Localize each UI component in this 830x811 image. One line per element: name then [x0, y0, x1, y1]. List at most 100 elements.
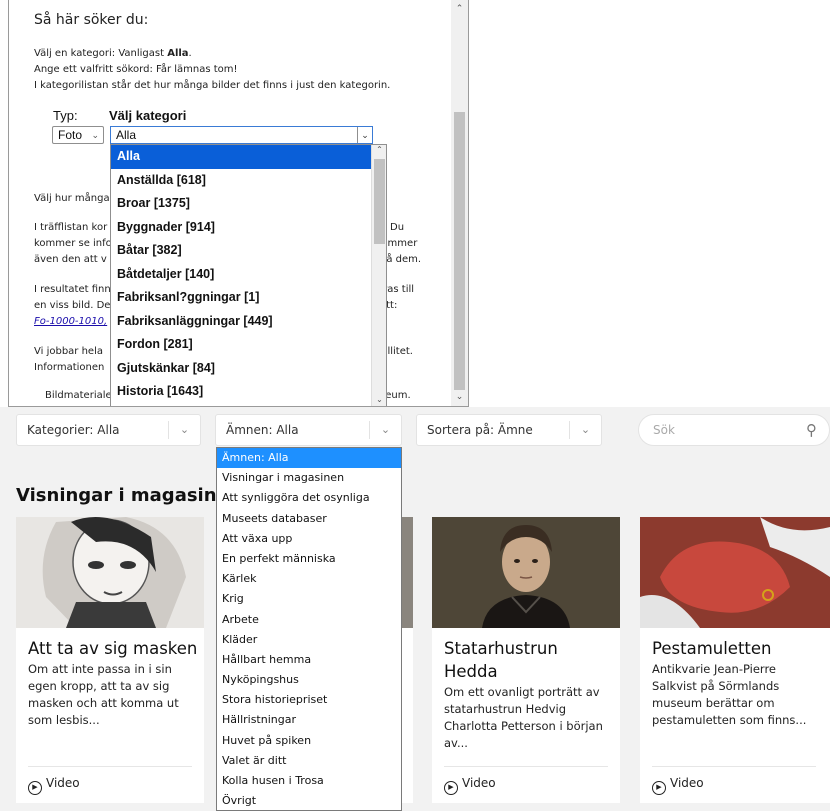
- scroll-down-icon[interactable]: ⌄: [451, 391, 468, 405]
- topic-option[interactable]: Övrigt: [217, 791, 401, 810]
- topic-option[interactable]: Arbete: [217, 610, 401, 630]
- card-divider: [652, 766, 816, 767]
- card-divider: [28, 766, 192, 767]
- help-line-1-text: Välj en kategori: Vanligast: [34, 48, 168, 59]
- card-title[interactable]: Att ta av sig masken: [28, 637, 198, 660]
- topic-option[interactable]: Ämnen: Alla: [217, 448, 401, 469]
- partial-text-left: även den att v: [34, 254, 107, 265]
- topic-option[interactable]: En perfekt människa: [217, 549, 401, 569]
- category-option[interactable]: Fordon [281]: [111, 333, 373, 357]
- topic-option[interactable]: Valet är ditt: [217, 751, 401, 771]
- category-option[interactable]: Gjutskänkar [84]: [111, 357, 373, 381]
- search-input[interactable]: Sök ⚲: [638, 414, 830, 446]
- topic-option[interactable]: Kolla husen i Trosa: [217, 771, 401, 791]
- chevron-down-icon: ⌄: [569, 421, 601, 439]
- chevron-down-icon: ⌄: [168, 421, 200, 439]
- card-description: Antikvarie Jean-Pierre Salkvist på Sörml…: [652, 662, 807, 727]
- partial-text-right: Du: [390, 222, 405, 233]
- category-label: Välj kategori: [109, 108, 187, 123]
- topic-option[interactable]: Krig: [217, 589, 401, 609]
- partial-link-left[interactable]: Fo-1000-1010,: [34, 316, 107, 327]
- type-label: Typ:: [53, 108, 78, 123]
- article-card[interactable]: Att ta av sig masken Om att inte passa i…: [16, 517, 204, 803]
- search-help-heading: Så här söker du:: [34, 12, 149, 28]
- section-title: Visningar i magasinen: [16, 485, 242, 506]
- topic-option[interactable]: Stora historiepriset: [217, 690, 401, 710]
- partial-text-left: Bildmateriale: [45, 390, 112, 401]
- video-label: Video: [46, 776, 80, 790]
- partial-text-left: Vi jobbar hela: [34, 346, 103, 357]
- window-scrollbar[interactable]: ⌃ ⌄: [451, 0, 468, 406]
- topic-option[interactable]: Huvet på spiken: [217, 731, 401, 751]
- scrollbar-thumb[interactable]: [454, 112, 465, 390]
- help-line-1: Välj en kategori: Vanligast Alla.: [34, 48, 192, 59]
- chevron-down-icon[interactable]: ⌄: [357, 127, 372, 143]
- partial-text-left: Välj hur många: [34, 193, 110, 204]
- category-option[interactable]: Alla: [111, 145, 373, 169]
- video-label: Video: [670, 776, 704, 790]
- categories-filter[interactable]: Kategorier: Alla ⌄: [16, 414, 201, 446]
- topic-option[interactable]: Att växa upp: [217, 529, 401, 549]
- card-image: [640, 517, 830, 628]
- topic-option[interactable]: Museets databaser: [217, 509, 401, 529]
- topics-filter-label: Ämnen: Alla: [226, 423, 299, 437]
- video-link[interactable]: ▶ Video: [652, 776, 704, 795]
- video-link[interactable]: ▶ Video: [444, 776, 496, 795]
- card-title[interactable]: Pestamuletten: [652, 637, 822, 660]
- search-icon[interactable]: ⚲: [806, 415, 817, 445]
- chevron-down-icon: ⌄: [369, 421, 401, 439]
- category-option[interactable]: Fabriksanl?ggningar [1]: [111, 286, 373, 310]
- article-card[interactable]: Pestamuletten Antikvarie Jean-Pierre Sal…: [640, 517, 830, 803]
- sort-filter[interactable]: Sortera på: Ämne ⌄: [416, 414, 602, 446]
- help-line-1-bold: Alla: [167, 48, 189, 59]
- partial-text-left: en viss bild. De: [34, 300, 111, 311]
- category-list-scrollbar[interactable]: ⌃ ⌄: [371, 145, 386, 406]
- search-placeholder: Sök: [653, 423, 675, 437]
- category-select-value: Alla: [116, 128, 137, 142]
- topic-option[interactable]: Kärlek: [217, 569, 401, 589]
- scroll-down-icon[interactable]: ⌄: [372, 395, 386, 406]
- scrollbar-thumb[interactable]: [374, 159, 385, 244]
- topic-option[interactable]: Kläder: [217, 630, 401, 650]
- sort-filter-label: Sortera på: Ämne: [427, 423, 533, 437]
- topics-dropdown-list[interactable]: Ämnen: Alla Visningar i magasinen Att sy…: [216, 447, 402, 811]
- category-dropdown-list[interactable]: Alla Anställda [618] Broar [1375] Byggna…: [110, 144, 387, 406]
- category-option[interactable]: Anställda [618]: [111, 169, 373, 193]
- partial-text-left: kommer se info: [34, 238, 112, 249]
- search-help-content: Så här söker du: Välj en kategori: Vanli…: [9, 0, 452, 406]
- topics-filter[interactable]: Ämnen: Alla ⌄: [215, 414, 402, 446]
- topic-option[interactable]: Hållbart hemma: [217, 650, 401, 670]
- help-line-3: I kategorilistan står det hur många bild…: [34, 80, 391, 91]
- category-option[interactable]: Broar [1375]: [111, 192, 373, 216]
- category-select[interactable]: Alla ⌄: [110, 126, 373, 144]
- play-icon: ▶: [652, 781, 666, 795]
- help-line-2: Ange ett valfritt sökord: Får lämnas tom…: [34, 64, 238, 75]
- card-image: [432, 517, 620, 628]
- play-icon: ▶: [444, 781, 458, 795]
- help-line-1-end: .: [188, 48, 192, 59]
- topic-option[interactable]: Att synliggöra det osynliga: [217, 488, 401, 508]
- video-link[interactable]: ▶ Video: [28, 776, 80, 795]
- card-title[interactable]: Statarhustrun Hedda: [444, 637, 614, 683]
- topic-option[interactable]: Nyköpingshus: [217, 670, 401, 690]
- categories-filter-label: Kategorier: Alla: [27, 423, 120, 437]
- category-option[interactable]: Historia [1643]: [111, 380, 373, 404]
- partial-text-left: I träfflistan kor: [34, 222, 108, 233]
- site-section: Kategorier: Alla ⌄ Ämnen: Alla ⌄ Sortera…: [0, 407, 830, 811]
- scroll-up-icon[interactable]: ⌃: [372, 145, 386, 158]
- search-help-window: Så här söker du: Välj en kategori: Vanli…: [8, 0, 469, 407]
- card-divider: [444, 766, 608, 767]
- card-image: [16, 517, 204, 628]
- article-card[interactable]: Statarhustrun Hedda Om ett ovanligt port…: [432, 517, 620, 803]
- type-select[interactable]: Foto ⌄: [52, 126, 104, 144]
- type-select-value: Foto: [58, 128, 83, 142]
- topic-option[interactable]: Hällristningar: [217, 710, 401, 730]
- category-option[interactable]: Byggnader [914]: [111, 216, 373, 240]
- topic-option[interactable]: Visningar i magasinen: [217, 468, 401, 488]
- category-option[interactable]: Fabriksanläggningar [449]: [111, 310, 373, 334]
- category-option[interactable]: Båtar [382]: [111, 239, 373, 263]
- chevron-down-icon: ⌄: [91, 130, 99, 140]
- category-option[interactable]: Båtdetaljer [140]: [111, 263, 373, 287]
- file-link[interactable]: Fo-1000-1010,: [34, 316, 107, 327]
- scroll-up-icon[interactable]: ⌃: [451, 3, 468, 17]
